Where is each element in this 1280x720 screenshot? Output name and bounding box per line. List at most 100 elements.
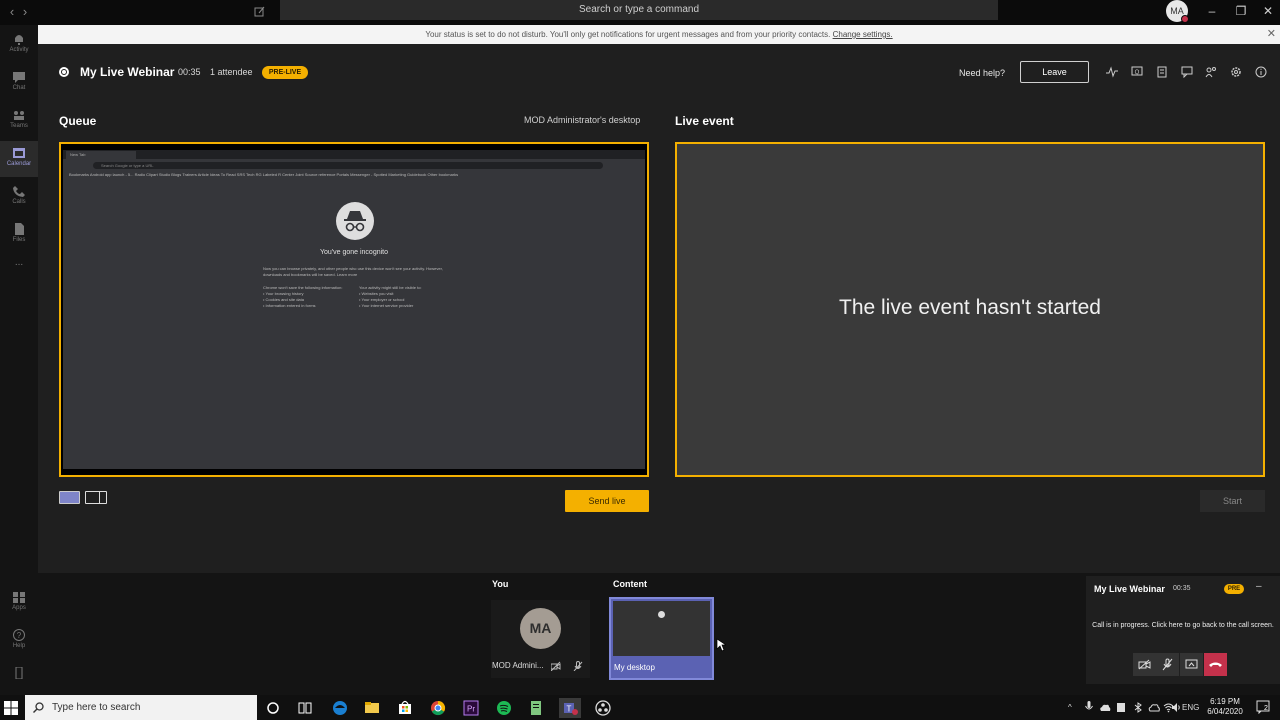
status-badge: PRE-LIVE [262, 66, 308, 79]
rail-label: Calendar [6, 161, 32, 167]
rail-item-chat[interactable]: Chat [0, 65, 38, 101]
app-rail: Activity Chat Teams Calendar Calls Files… [0, 25, 38, 695]
rail-item-calendar[interactable]: Calendar [0, 141, 38, 177]
clock-date: 6/04/2020 [1207, 707, 1243, 716]
action-center-icon[interactable]: 2 [1256, 700, 1270, 714]
notification-text: Your status is set to do not disturb. Yo… [425, 30, 833, 39]
live-event-label: Live event [675, 114, 734, 128]
meeting-timer: 00:35 [178, 67, 201, 77]
file-explorer-icon[interactable] [361, 698, 383, 718]
windows-start-icon[interactable] [4, 701, 18, 715]
teams-app-icon[interactable]: T [559, 698, 581, 718]
cloud-icon[interactable] [1148, 703, 1160, 712]
onedrive-icon[interactable] [1099, 703, 1111, 712]
layout-single-button[interactable] [59, 491, 80, 504]
store-icon[interactable] [394, 698, 416, 718]
spotify-icon[interactable] [493, 698, 515, 718]
system-clock[interactable]: 6:19 PM 6/04/2020 [1203, 697, 1247, 717]
rail-item-files[interactable]: Files [0, 217, 38, 253]
svg-text:Q: Q [1135, 70, 1140, 76]
minimize-icon[interactable]: – [1256, 581, 1262, 592]
chat-icon[interactable] [1181, 66, 1193, 78]
queue-source-label: MOD Administrator's desktop [524, 115, 641, 125]
minimize-icon[interactable]: – [1202, 3, 1222, 19]
need-help-link[interactable]: Need help? [959, 68, 1005, 78]
mini-message[interactable]: Call is in progress. Click here to go ba… [1086, 622, 1280, 629]
restore-icon[interactable]: ❐ [1231, 3, 1251, 19]
compose-icon[interactable] [252, 4, 268, 20]
browser-bookmarks: Bookmarks Android app launch - 5... Radi… [69, 172, 459, 177]
health-icon[interactable] [1106, 66, 1118, 78]
rail-label: Help [12, 643, 26, 649]
notepad-icon[interactable] [525, 698, 547, 718]
live-event-preview: The live event hasn't started [675, 142, 1265, 477]
taskbar-search-input[interactable]: Type here to search [25, 695, 257, 720]
task-view-icon[interactable] [294, 698, 316, 718]
taskbar-search-placeholder: Type here to search [52, 702, 141, 713]
volume-icon[interactable] [1171, 702, 1182, 713]
premiere-icon[interactable]: Pr [460, 698, 482, 718]
edge-icon[interactable] [329, 698, 351, 718]
profile-avatar[interactable]: MA [1166, 0, 1189, 23]
rail-label: Chat [12, 85, 26, 91]
info-icon[interactable] [1255, 66, 1267, 78]
microphone-tray-icon[interactable] [1084, 701, 1094, 713]
chrome-icon[interactable] [427, 698, 449, 718]
call-monitor-window[interactable]: My Live Webinar 00:35 PRE – Call is in p… [1086, 576, 1280, 684]
incognito-description: Now you can browse privately, and other … [263, 266, 443, 277]
camera-off-icon[interactable] [551, 661, 561, 671]
rail-label: Apps [12, 605, 26, 611]
mic-off-icon[interactable] [573, 661, 583, 671]
bell-icon [15, 35, 23, 45]
language-indicator[interactable]: ENG [1182, 703, 1199, 712]
calendar-icon [13, 148, 25, 158]
rail-item-device[interactable] [0, 661, 38, 697]
mini-camera-button[interactable] [1133, 653, 1156, 676]
participants-icon[interactable] [1205, 66, 1217, 78]
send-live-button[interactable]: Send live [565, 490, 649, 512]
qna-icon[interactable]: Q [1131, 66, 1143, 78]
command-search-input[interactable]: Search or type a command [280, 0, 998, 20]
incognito-title: You've gone incognito [319, 249, 389, 256]
mini-title: My Live Webinar [1094, 584, 1165, 594]
browser-tabbar [63, 150, 645, 159]
rail-item-activity[interactable]: Activity [0, 27, 38, 63]
chat-icon [13, 72, 25, 83]
meeting-title: My Live Webinar [80, 65, 175, 79]
layout-split-button[interactable] [85, 491, 107, 504]
help-icon: ? [13, 629, 25, 641]
rail-more-icon[interactable]: ... [0, 257, 38, 293]
tray-chevron-icon[interactable]: ^ [1068, 703, 1072, 712]
notes-icon[interactable] [1156, 66, 1168, 78]
mini-mic-button[interactable] [1156, 653, 1179, 676]
start-button[interactable]: Start [1200, 490, 1265, 512]
svg-text:Pr: Pr [467, 705, 475, 714]
forward-icon[interactable]: › [17, 4, 33, 20]
tray-app-icon[interactable] [1116, 702, 1126, 713]
bluetooth-icon[interactable] [1133, 702, 1144, 713]
rail-item-help[interactable]: ? Help [0, 623, 38, 659]
close-icon[interactable]: ✕ [1267, 25, 1276, 44]
mouse-cursor-icon [716, 638, 726, 652]
queue-preview[interactable]: New Tab Search Google or type a URL Book… [59, 142, 649, 477]
content-source-tile[interactable]: My desktop [609, 597, 714, 680]
rail-item-teams[interactable]: Teams [0, 103, 38, 139]
you-source-tile[interactable]: MA MOD Admini... [491, 600, 590, 678]
mini-share-button[interactable] [1180, 653, 1203, 676]
change-settings-link[interactable]: Change settings. [833, 30, 893, 39]
gear-icon[interactable] [1230, 66, 1242, 78]
cortana-icon[interactable] [262, 698, 284, 718]
obs-icon[interactable] [592, 698, 614, 718]
hang-up-button[interactable] [1204, 653, 1227, 676]
phone-icon [13, 186, 25, 197]
live-status-icon [59, 67, 69, 77]
rail-item-apps[interactable]: Apps [0, 585, 38, 621]
rail-label: Activity [9, 47, 29, 53]
attendee-count[interactable]: 1 attendee [210, 67, 253, 77]
device-icon [15, 667, 23, 679]
clock-time: 6:19 PM [1210, 697, 1240, 706]
you-name: MOD Admini... [492, 661, 544, 670]
close-icon[interactable]: ✕ [1258, 3, 1278, 19]
leave-button[interactable]: Leave [1020, 61, 1089, 83]
rail-item-calls[interactable]: Calls [0, 179, 38, 215]
